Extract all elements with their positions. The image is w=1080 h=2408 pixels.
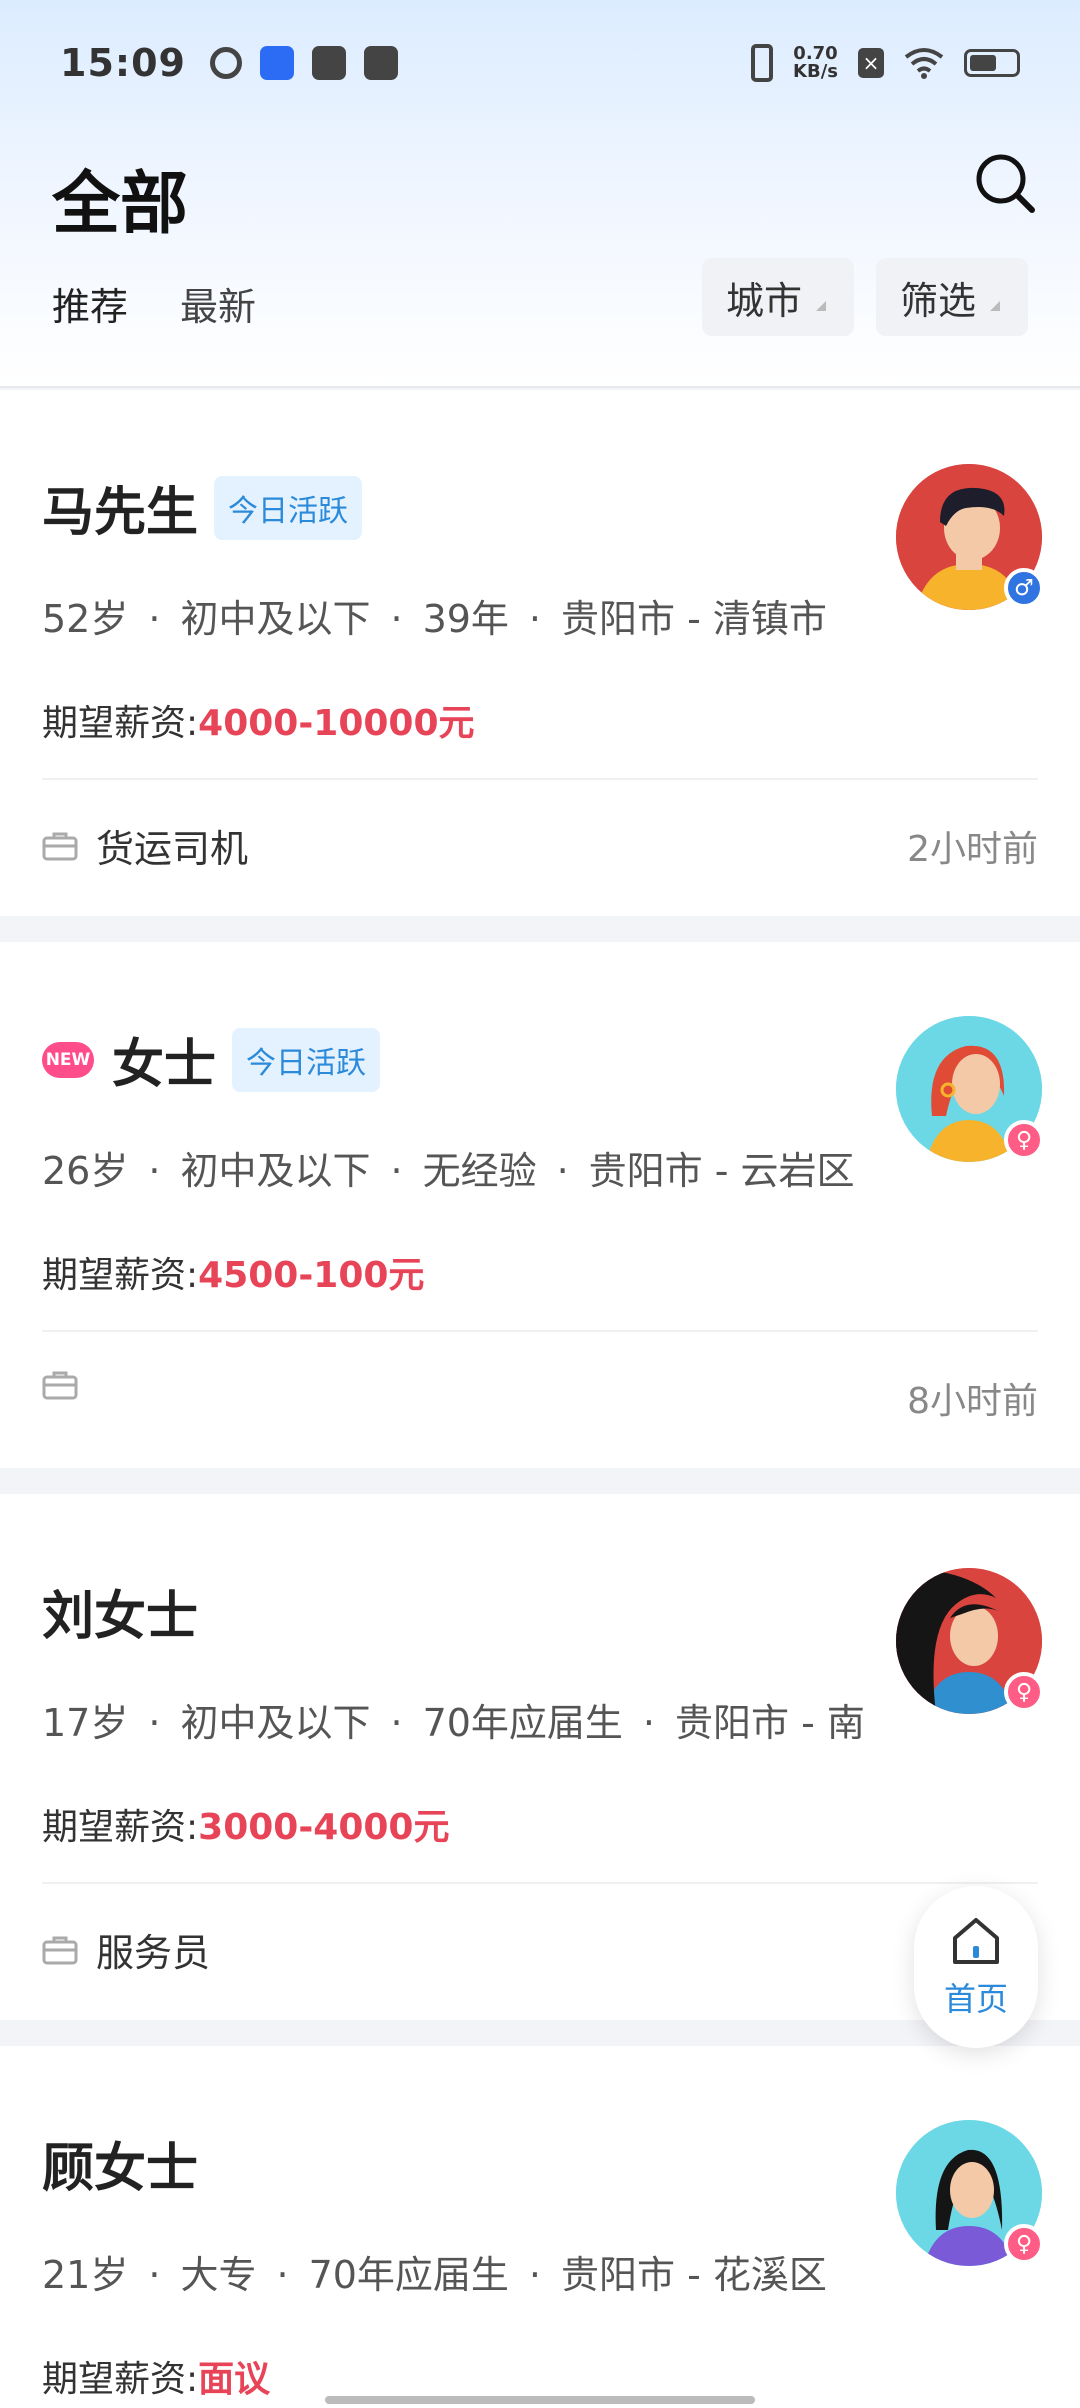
briefcase-icon	[42, 1936, 78, 1964]
system-icons: 0.70 KB/s ×	[751, 44, 1020, 82]
home-label: 首页	[943, 1980, 1008, 2018]
network-speed-unit: KB/s	[793, 61, 838, 82]
job-title: 服务员	[96, 1931, 211, 1975]
salary-label: 期望薪资:	[42, 703, 199, 744]
salary-line: 期望薪资:3000-4000元	[42, 1798, 449, 1850]
candidate-name: 顾女士	[42, 2139, 199, 2199]
header-area: 15:09 0.70 KB/s × 全部 推荐 最新 城市 筛选	[0, 0, 1080, 388]
gesture-home-indicator[interactable]	[325, 2396, 755, 2404]
candidate-name-row: 马先生 今日活跃	[42, 470, 363, 545]
candidate-location: 贵阳市 - 云岩区	[588, 1149, 855, 1193]
page-title: 全部	[52, 165, 189, 244]
candidate-education: 初中及以下	[180, 597, 371, 641]
dropdown-arrow-icon	[990, 301, 1000, 311]
candidate-name-row: NEW 女士 今日活跃	[42, 1022, 381, 1097]
home-icon	[953, 1918, 999, 1964]
vibrate-icon	[751, 44, 774, 82]
female-gender-icon: ♀	[1004, 2224, 1044, 2264]
candidate-education: 大专	[180, 2253, 257, 2297]
candidate-info: 52岁 · 初中及以下 · 39年 · 贵阳市 - 清镇市	[42, 597, 827, 641]
salary-value: 3000-4000元	[198, 1807, 450, 1848]
salary-line: 期望薪资:面议	[42, 2350, 270, 2402]
divider	[42, 778, 1038, 780]
female-gender-icon: ♀	[1004, 1120, 1044, 1160]
notification-icons	[209, 46, 398, 80]
candidate-age: 21岁	[42, 2253, 129, 2297]
female-gender-icon: ♀	[1004, 1672, 1044, 1712]
briefcase-icon	[42, 1371, 78, 1400]
candidate-location: 贵阳市 - 清镇市	[561, 597, 827, 641]
candidate-age: 52岁	[42, 597, 129, 641]
last-active-time: 2小时前	[907, 829, 1038, 870]
salary-label: 期望薪资:	[42, 1807, 199, 1848]
candidate-experience: 39年	[422, 597, 509, 641]
candidate-info: 26岁 · 初中及以下 · 无经验 · 贵阳市 - 云岩区	[42, 1149, 855, 1193]
candidate-experience: 70年应届生	[422, 1701, 623, 1745]
network-speed: 0.70 KB/s	[793, 45, 838, 81]
mail-notification-icon	[311, 46, 346, 80]
screen-filter-label: 筛选	[899, 278, 976, 323]
candidate-experience: 70年应届生	[308, 2253, 509, 2297]
tab-latest[interactable]: 最新	[180, 276, 256, 331]
job-line: 服务员	[42, 1922, 210, 1977]
tab-recommended[interactable]: 推荐	[52, 276, 128, 331]
candidate-info: 17岁 · 初中及以下 · 70年应届生 · 贵阳市 - 南	[42, 1701, 865, 1745]
tab-bar: 推荐 最新	[52, 276, 256, 331]
candidate-education: 初中及以下	[180, 1701, 371, 1745]
job-title: 货运司机	[96, 827, 249, 871]
filter-bar: 城市 筛选	[701, 258, 1028, 336]
candidate-name: 女士	[112, 1035, 217, 1095]
salary-line: 期望薪资:4500-100元	[42, 1246, 424, 1298]
job-line: 货运司机	[42, 818, 248, 873]
app-notification-icon	[209, 47, 242, 79]
salary-label: 期望薪资:	[42, 2359, 199, 2400]
candidate-name-row: 刘女士	[42, 1574, 198, 1649]
divider	[42, 1882, 1038, 1884]
status-time: 15:09	[60, 41, 186, 85]
job-line	[42, 1370, 96, 1400]
new-badge: NEW	[42, 1041, 94, 1078]
candidate-info: 21岁 · 大专 · 70年应届生 · 贵阳市 - 花溪区	[42, 2253, 827, 2297]
no-sim-icon: ×	[858, 48, 884, 78]
male-gender-icon: ♂	[1004, 568, 1044, 608]
status-bar: 15:09 0.70 KB/s ×	[0, 0, 1080, 126]
candidate-location: 贵阳市 - 花溪区	[561, 2253, 827, 2297]
divider	[42, 1330, 1038, 1332]
salary-value: 4500-100元	[198, 1255, 425, 1296]
briefcase-icon	[42, 832, 78, 860]
search-icon[interactable]	[972, 150, 1038, 216]
battery-icon	[964, 49, 1020, 77]
salary-line: 期望薪资:4000-10000元	[42, 694, 475, 746]
candidate-name: 马先生	[42, 483, 199, 543]
candidate-card[interactable]: NEW 女士 今日活跃 26岁 · 初中及以下 · 无经验 · 贵阳市 - 云岩区 期望薪资…	[0, 942, 1080, 1468]
salary-label: 期望薪资:	[42, 1255, 199, 1296]
dropdown-arrow-icon	[815, 301, 826, 311]
candidate-education: 初中及以下	[180, 1149, 371, 1193]
candidate-experience: 无经验	[422, 1149, 537, 1193]
candidate-name: 刘女士	[42, 1587, 199, 1647]
inbox-notification-icon	[363, 46, 398, 80]
candidate-name-row: 顾女士	[42, 2126, 198, 2201]
city-filter-button[interactable]: 城市	[701, 258, 854, 336]
wifi-icon	[904, 48, 944, 79]
salary-value: 面议	[198, 2359, 271, 2400]
last-active-time: 8小时前	[907, 1381, 1038, 1422]
screen-filter-button[interactable]: 筛选	[875, 258, 1028, 336]
candidate-card[interactable]: 马先生 今日活跃 52岁 · 初中及以下 · 39年 · 贵阳市 - 清镇市 期望薪资:40…	[0, 390, 1080, 916]
city-filter-label: 城市	[725, 278, 802, 323]
home-button[interactable]: 首页	[914, 1886, 1038, 2048]
active-today-tag: 今日活跃	[214, 475, 363, 540]
salary-value: 4000-10000元	[198, 703, 475, 744]
candidate-card[interactable]: 顾女士 21岁 · 大专 · 70年应届生 · 贵阳市 - 花溪区 期望薪资:面议 ♀	[0, 2046, 1080, 2408]
active-today-tag: 今日活跃	[232, 1027, 381, 1092]
candidate-age: 17岁	[42, 1701, 129, 1745]
candidate-location: 贵阳市 - 南	[675, 1701, 865, 1745]
app-notification-icon	[259, 46, 294, 80]
candidate-age: 26岁	[42, 1149, 129, 1193]
